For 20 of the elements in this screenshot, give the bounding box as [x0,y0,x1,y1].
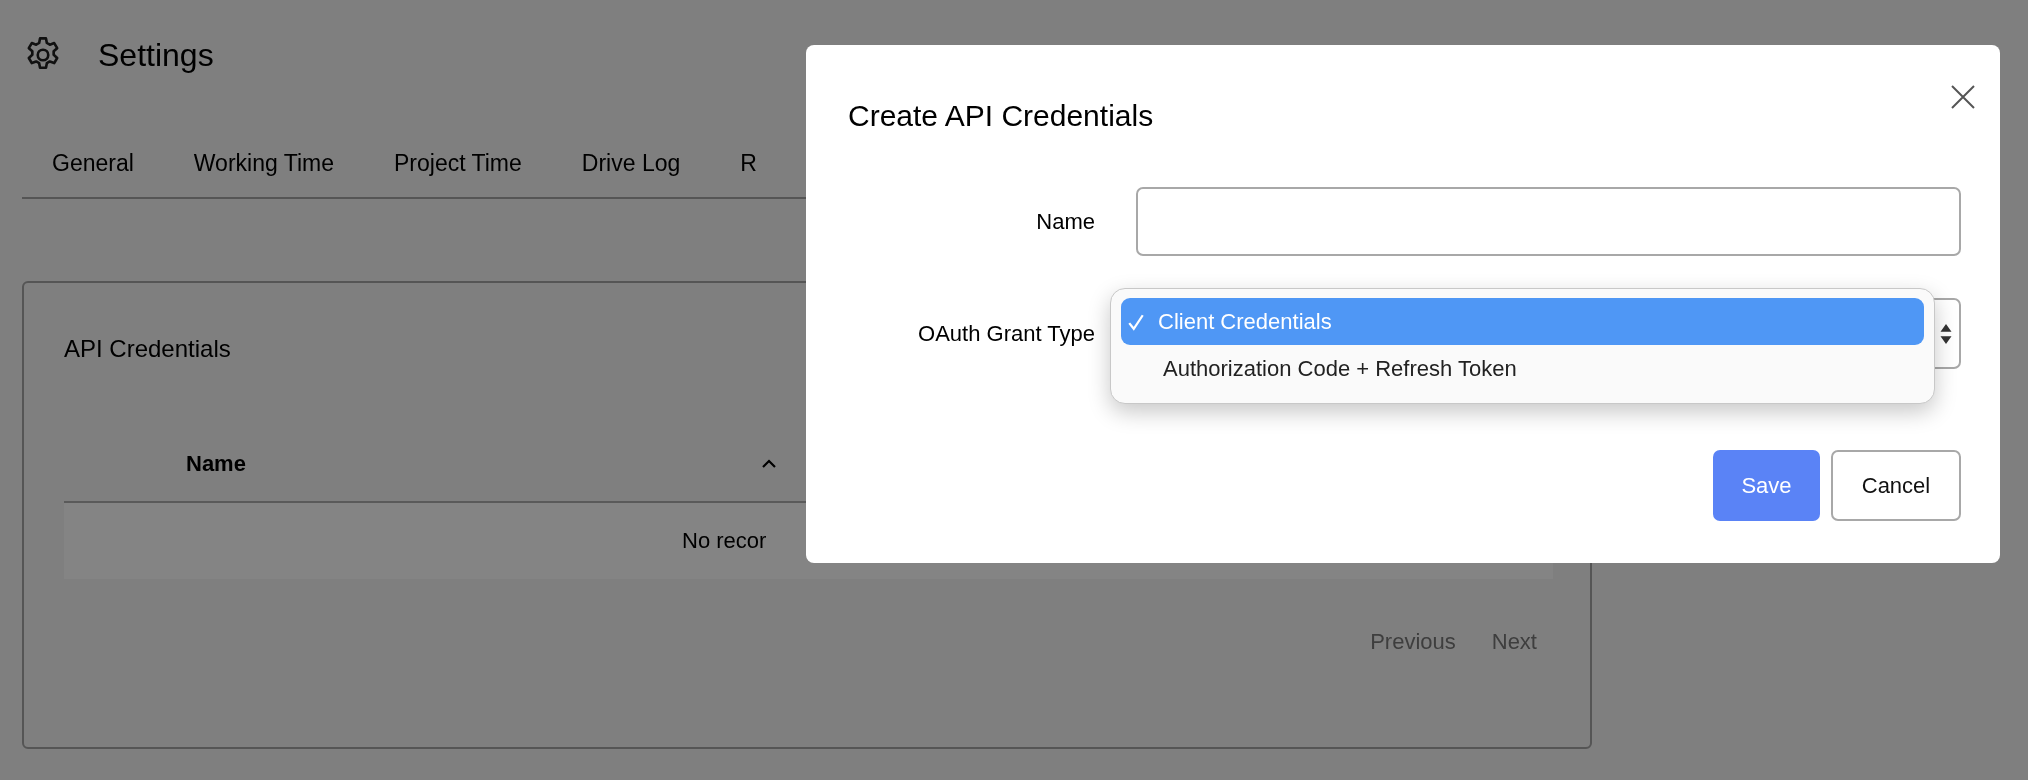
field-label: Name [1035,208,1095,235]
field-label: OAuth Grant Type [917,320,1095,347]
column-header[interactable]: Name [64,450,640,477]
cancel-button[interactable]: Cancel [1831,450,1961,521]
page-title: Settings [98,36,214,74]
tab[interactable]: Working Time [163,150,364,177]
tab[interactable]: R [710,150,787,177]
dropdown-option[interactable]: Authorization Code + Refresh Token [1121,345,1924,392]
tab[interactable]: Drive Log [551,150,711,177]
dialog-title: Create API Credentials [848,98,1154,133]
empty-message: No recor [682,528,767,554]
tab[interactable]: Project Time [364,150,552,177]
card-title: API Credentials [64,334,231,364]
dropdown-option[interactable]: Client Credentials [1121,298,1924,345]
name-input-field[interactable] [1136,187,1961,256]
save-button[interactable]: Save [1713,450,1820,521]
check-icon [1127,312,1145,331]
select-arrows-icon [1939,322,1953,345]
tab[interactable]: General [22,150,164,177]
close-icon[interactable] [1950,84,1976,110]
